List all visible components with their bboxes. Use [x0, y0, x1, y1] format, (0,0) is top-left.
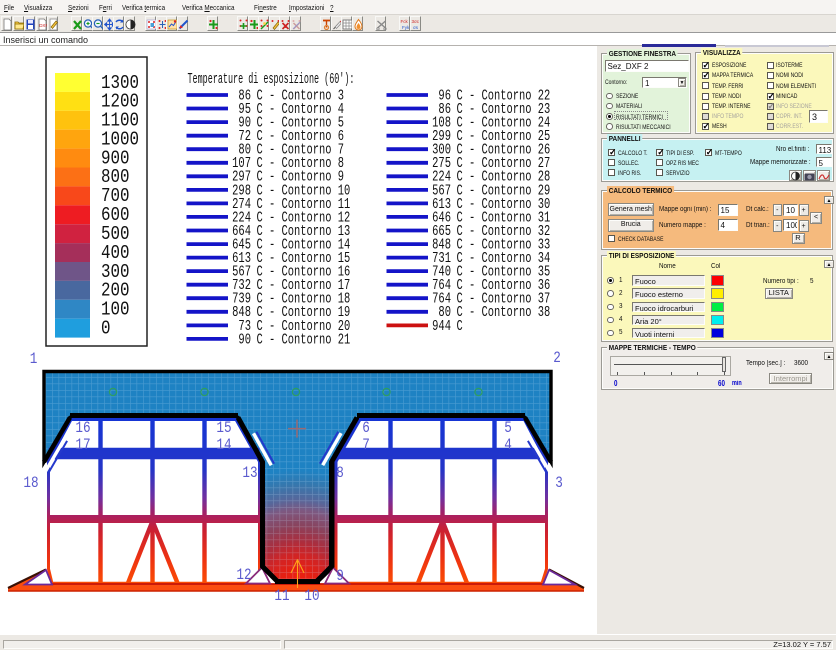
svg-text:σs: σs: [413, 25, 419, 30]
svg-text:3σc: 3σc: [411, 19, 419, 24]
svg-text:Fck: Fck: [401, 19, 409, 24]
